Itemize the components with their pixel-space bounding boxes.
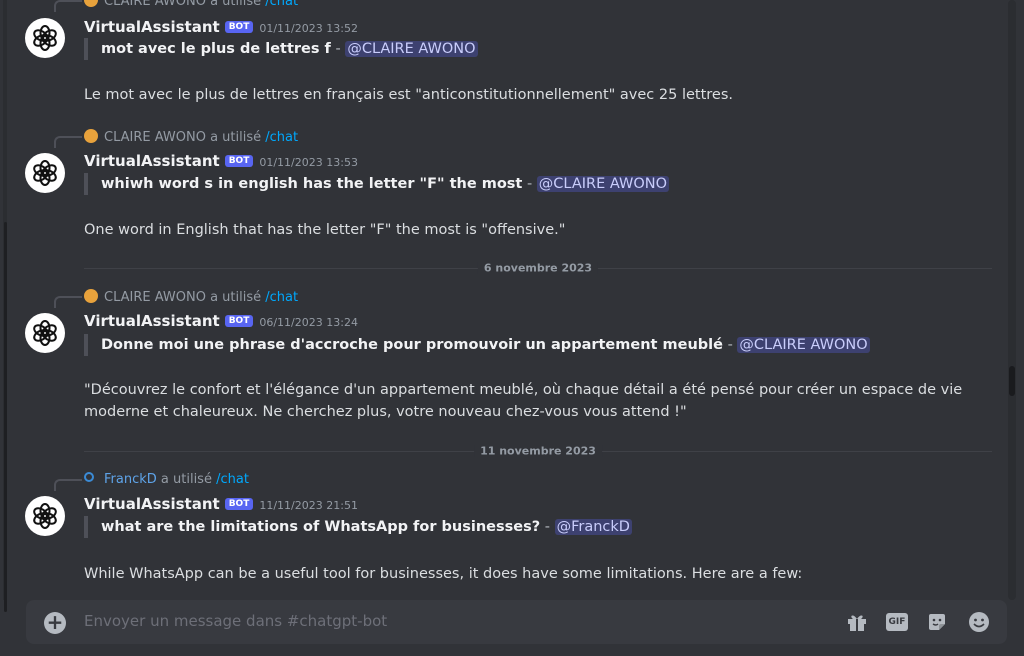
left-rail-thumb (4, 222, 7, 612)
message-timestamp[interactable]: 01/11/2023 13:52 (259, 22, 358, 35)
sticker-icon[interactable] (926, 611, 948, 633)
user-avatar-icon (84, 289, 98, 303)
reply-action-text: a utilisé (205, 290, 266, 305)
date-divider-label: 11 novembre 2023 (474, 444, 602, 458)
message-content: While WhatsApp can be a useful tool for … (84, 566, 803, 582)
reply-username[interactable]: FranckD (104, 472, 157, 487)
user-mention[interactable]: @CLAIRE AWONO (737, 337, 870, 353)
separator: - (722, 337, 738, 353)
slash-command-link[interactable]: /chat (265, 290, 298, 305)
message-composer: + Envoyer un message dans #chatgpt-bot G… (26, 600, 1007, 644)
reply-username[interactable]: CLAIRE AWONO (104, 290, 206, 305)
reply-preview[interactable]: CLAIRE AWONO a utilisé /chat (54, 129, 298, 148)
date-divider: 6 novembre 2023 (84, 261, 992, 275)
message-header: VirtualAssistant BOT 01/11/2023 13:52 (84, 18, 358, 36)
chat-scrollbar-track[interactable] (1008, 0, 1016, 600)
message-content: One word in English that has the letter … (84, 222, 566, 238)
quoted-question: Donne moi une phrase d'accroche pour pro… (84, 334, 870, 356)
message-header: VirtualAssistant BOT 11/11/2023 21:51 (84, 495, 358, 513)
bot-badge: BOT (224, 21, 254, 33)
reply-action-text: a utilisé (205, 0, 266, 9)
slash-command-link[interactable]: /chat (265, 130, 298, 145)
message-input[interactable]: Envoyer un message dans #chatgpt-bot (84, 612, 387, 630)
quoted-question: mot avec le plus de lettres f - @CLAIRE … (84, 38, 478, 60)
author-name[interactable]: VirtualAssistant (84, 312, 220, 330)
bot-badge: BOT (224, 315, 254, 327)
user-mention[interactable]: @CLAIRE AWONO (345, 41, 478, 57)
question-text: Donne moi une phrase d'accroche pour pro… (101, 337, 723, 353)
openai-logo-icon (33, 25, 57, 51)
openai-logo-icon (33, 160, 57, 186)
openai-logo-icon (33, 320, 57, 346)
bot-avatar[interactable] (25, 153, 65, 193)
date-divider-label: 6 novembre 2023 (477, 261, 599, 275)
message-content: "Découvrez le confort et l'élégance d'un… (84, 379, 984, 423)
quoted-question: whiwh word s in english has the letter "… (84, 173, 670, 195)
author-name[interactable]: VirtualAssistant (84, 495, 220, 513)
message-line: "Découvrez le confort et l'élégance d'un… (84, 382, 963, 398)
separator: - (540, 519, 555, 535)
message-header: VirtualAssistant BOT 01/11/2023 13:53 (84, 152, 358, 170)
user-avatar-icon (84, 0, 98, 7)
date-divider: 11 novembre 2023 (84, 444, 992, 458)
quoted-question: what are the limitations of WhatsApp for… (84, 516, 632, 538)
message-content: Le mot avec le plus de lettres en frança… (84, 87, 733, 103)
gif-icon[interactable]: GIF (886, 613, 908, 631)
reply-preview[interactable]: CLAIRE AWONO a utilisé /chat (54, 0, 298, 12)
author-name[interactable]: VirtualAssistant (84, 152, 220, 170)
user-mention[interactable]: @FranckD (554, 519, 632, 535)
reply-preview[interactable]: FranckD a utilisé /chat (54, 472, 249, 491)
question-text: what are the limitations of WhatsApp for… (101, 519, 541, 535)
emoji-icon[interactable] (968, 611, 990, 633)
question-text: whiwh word s in english has the letter "… (101, 176, 523, 192)
bot-avatar[interactable] (25, 313, 65, 353)
author-name[interactable]: VirtualAssistant (84, 18, 220, 36)
user-avatar-icon (84, 472, 94, 482)
chat-scrollbar-thumb[interactable] (1009, 366, 1015, 396)
message-line: moderne et chaleureux. Ne cherchez plus,… (84, 404, 687, 420)
user-mention[interactable]: @CLAIRE AWONO (536, 176, 670, 192)
gift-icon[interactable] (846, 611, 868, 633)
reply-action-text: a utilisé (205, 130, 266, 145)
reply-username[interactable]: CLAIRE AWONO (104, 0, 206, 9)
bot-badge: BOT (224, 498, 254, 510)
reply-preview[interactable]: CLAIRE AWONO a utilisé /chat (54, 289, 298, 308)
bot-avatar[interactable] (25, 18, 65, 58)
user-avatar-icon (84, 129, 98, 143)
reply-username[interactable]: CLAIRE AWONO (104, 130, 206, 145)
bot-avatar[interactable] (25, 496, 65, 536)
message-timestamp[interactable]: 11/11/2023 21:51 (259, 499, 358, 512)
reply-action-text: a utilisé (156, 472, 217, 487)
openai-logo-icon (33, 503, 57, 529)
question-text: mot avec le plus de lettres f (101, 41, 331, 57)
slash-command-link[interactable]: /chat (265, 0, 298, 9)
message-header: VirtualAssistant BOT 06/11/2023 13:24 (84, 312, 358, 330)
message-timestamp[interactable]: 01/11/2023 13:53 (259, 156, 358, 169)
separator: - (522, 176, 537, 192)
bot-badge: BOT (224, 155, 254, 167)
message-timestamp[interactable]: 06/11/2023 13:24 (259, 316, 358, 329)
slash-command-link[interactable]: /chat (216, 472, 249, 487)
add-attachment-button[interactable]: + (44, 612, 66, 634)
separator: - (330, 41, 346, 57)
